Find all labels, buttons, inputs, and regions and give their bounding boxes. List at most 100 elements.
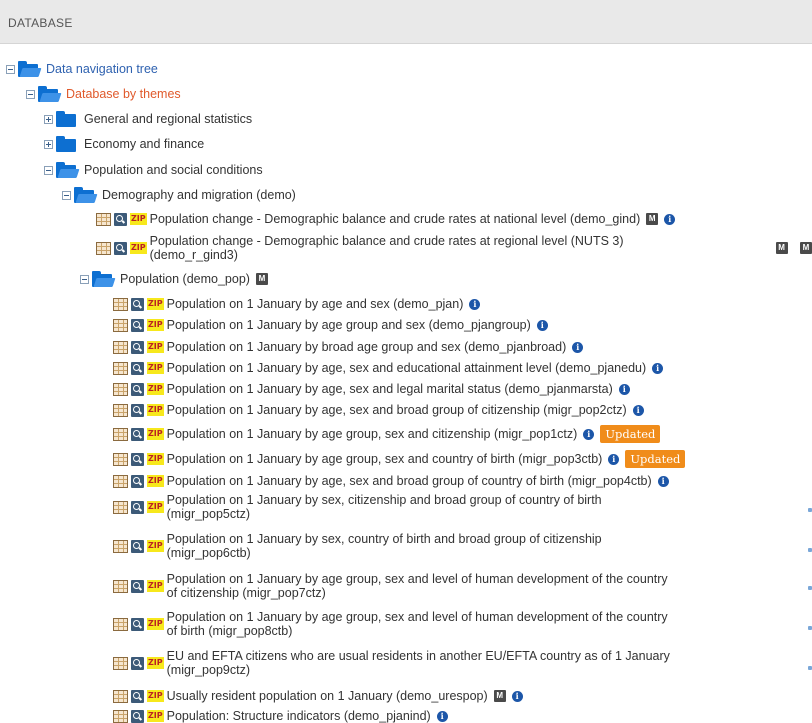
data-explorer-icon[interactable] — [131, 539, 144, 553]
tree-node-demo-pop[interactable]: Population (demo_pop) M — [80, 271, 268, 287]
data-explorer-icon[interactable] — [114, 212, 127, 226]
info-icon[interactable]: i — [608, 453, 620, 465]
dataset-label[interactable]: Usually resident population on 1 January… — [167, 689, 488, 703]
tree-node-economy[interactable]: Economy and finance — [44, 136, 204, 152]
dataset-row[interactable]: ZIP Population on 1 January by age, sex … — [113, 361, 664, 375]
tree-node-root[interactable]: Data navigation tree — [6, 61, 158, 77]
info-icon[interactable]: i — [436, 710, 448, 722]
data-explorer-icon[interactable] — [131, 382, 144, 396]
dataset-row[interactable]: ZIP Population on 1 January by sex, citi… — [113, 493, 803, 521]
dataset-label[interactable]: Population change - Demographic balance … — [150, 234, 770, 262]
table-icon[interactable] — [113, 382, 128, 396]
zip-icon[interactable]: ZIP — [147, 428, 164, 440]
table-icon[interactable] — [113, 579, 128, 593]
data-explorer-icon[interactable] — [131, 689, 144, 703]
tree-node-label[interactable]: Data navigation tree — [46, 62, 158, 76]
data-explorer-icon[interactable] — [131, 452, 144, 466]
collapse-icon[interactable] — [26, 89, 35, 99]
dataset-label[interactable]: Population on 1 January by age, sex and … — [167, 361, 647, 375]
dataset-row[interactable]: ZIP Population: Structure indicators (de… — [113, 709, 448, 723]
tree-node-label[interactable]: Database by themes — [66, 87, 181, 101]
info-icon[interactable]: i — [583, 428, 595, 440]
dataset-label[interactable]: Population on 1 January by age, sex and … — [167, 474, 652, 488]
table-icon[interactable] — [113, 709, 128, 723]
metadata-icon[interactable]: M — [800, 242, 812, 254]
metadata-icon[interactable]: M — [255, 273, 268, 285]
dataset-row[interactable]: ZIP Population on 1 January by age, sex … — [113, 382, 630, 396]
info-icon[interactable]: i — [511, 690, 523, 702]
metadata-icon[interactable]: M — [775, 242, 788, 254]
dataset-row[interactable]: ZIP Population on 1 January by sex, coun… — [113, 532, 803, 560]
table-icon[interactable] — [113, 361, 128, 375]
data-explorer-icon[interactable] — [131, 579, 144, 593]
dataset-row[interactable]: ZIP Population on 1 January by age group… — [113, 610, 803, 638]
zip-icon[interactable]: ZIP — [147, 362, 164, 374]
info-icon[interactable]: i — [572, 341, 584, 353]
zip-icon[interactable]: ZIP — [130, 213, 147, 225]
table-icon[interactable] — [96, 212, 111, 226]
zip-icon[interactable]: ZIP — [147, 475, 164, 487]
tree-node-demography[interactable]: Demography and migration (demo) — [62, 187, 296, 203]
tree-node-themes[interactable]: Database by themes — [26, 86, 181, 102]
info-icon[interactable]: i — [469, 298, 481, 310]
data-explorer-icon[interactable] — [131, 340, 144, 354]
table-icon[interactable] — [113, 656, 128, 670]
dataset-row[interactable]: ZIP Population on 1 January by age group… — [113, 450, 686, 468]
zip-icon[interactable]: ZIP — [147, 710, 164, 722]
zip-icon[interactable]: ZIP — [147, 618, 164, 630]
collapse-icon[interactable] — [6, 64, 15, 74]
dataset-label[interactable]: Population on 1 January by sex, citizens… — [167, 493, 602, 521]
table-icon[interactable] — [113, 427, 128, 441]
table-icon[interactable] — [113, 340, 128, 354]
collapse-icon[interactable] — [44, 165, 53, 175]
info-icon[interactable]: i — [618, 383, 630, 395]
info-icon[interactable]: i — [657, 475, 669, 487]
data-explorer-icon[interactable] — [131, 361, 144, 375]
table-icon[interactable] — [113, 318, 128, 332]
dataset-row[interactable]: ZIP Population on 1 January by age, sex … — [113, 474, 669, 488]
table-icon[interactable] — [113, 452, 128, 466]
dataset-row[interactable]: ZIP Population on 1 January by age group… — [113, 425, 661, 443]
dataset-label[interactable]: Population on 1 January by age group, se… — [167, 427, 578, 441]
data-explorer-icon[interactable] — [131, 297, 144, 311]
dataset-label[interactable]: Population on 1 January by age and sex (… — [167, 297, 464, 311]
dataset-label[interactable]: Population on 1 January by age, sex and … — [167, 403, 627, 417]
data-explorer-icon[interactable] — [131, 403, 144, 417]
data-explorer-icon[interactable] — [131, 474, 144, 488]
dataset-label[interactable]: EU and EFTA citizens who are usual resid… — [167, 649, 670, 677]
zip-icon[interactable]: ZIP — [147, 341, 164, 353]
dataset-row[interactable]: ZIP Population on 1 January by broad age… — [113, 340, 584, 354]
dataset-row[interactable]: ZIP Population on 1 January by age group… — [113, 572, 803, 600]
data-explorer-icon[interactable] — [131, 656, 144, 670]
dataset-label[interactable]: Population on 1 January by broad age gro… — [167, 340, 567, 354]
dataset-label[interactable]: Population change - Demographic balance … — [150, 212, 641, 226]
zip-icon[interactable]: ZIP — [147, 690, 164, 702]
expand-icon[interactable] — [44, 114, 53, 124]
dataset-demo-gind[interactable]: ZIP Population change - Demographic bala… — [96, 212, 676, 226]
zip-icon[interactable]: ZIP — [147, 657, 164, 669]
table-icon[interactable] — [113, 474, 128, 488]
zip-icon[interactable]: ZIP — [147, 453, 164, 465]
dataset-demo-r-gind3[interactable]: ZIP Population change - Demographic bala… — [96, 234, 796, 262]
tree-node-label[interactable]: Economy and finance — [84, 137, 204, 151]
table-icon[interactable] — [113, 403, 128, 417]
dataset-label[interactable]: Population on 1 January by age group, se… — [167, 572, 668, 600]
table-icon[interactable] — [113, 297, 128, 311]
dataset-row[interactable]: ZIP EU and EFTA citizens who are usual r… — [113, 649, 803, 677]
metadata-icon[interactable]: M — [493, 690, 506, 702]
dataset-label[interactable]: Population on 1 January by age group and… — [167, 318, 531, 332]
metadata-icon[interactable]: M — [646, 213, 659, 225]
info-icon[interactable]: i — [632, 404, 644, 416]
collapse-icon[interactable] — [80, 274, 89, 284]
zip-icon[interactable]: ZIP — [130, 242, 147, 254]
table-icon[interactable] — [96, 241, 111, 255]
data-explorer-icon[interactable] — [114, 241, 127, 255]
dataset-label[interactable]: Population on 1 January by age group, se… — [167, 610, 668, 638]
dataset-label[interactable]: Population on 1 January by sex, country … — [167, 532, 602, 560]
info-icon[interactable]: i — [536, 319, 548, 331]
dataset-label[interactable]: Population: Structure indicators (demo_p… — [167, 709, 431, 723]
table-icon[interactable] — [113, 689, 128, 703]
table-icon[interactable] — [113, 539, 128, 553]
collapse-icon[interactable] — [62, 190, 71, 200]
dataset-label[interactable]: Population on 1 January by age group, se… — [167, 452, 603, 466]
